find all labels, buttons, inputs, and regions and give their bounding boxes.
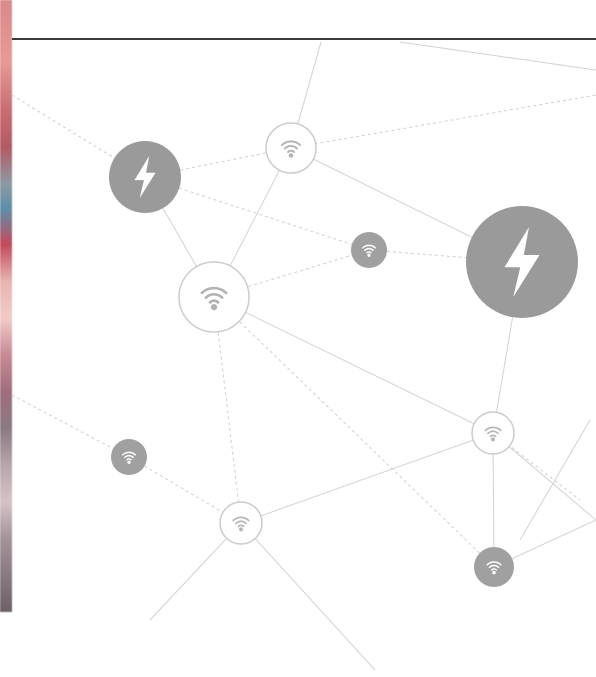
- wifi-node-bottom: [219, 501, 263, 545]
- power-node-right-large: [466, 206, 578, 318]
- wifi-node-top: [265, 122, 317, 174]
- wifi-node-right-mid: [471, 411, 515, 455]
- wifi-node-left-low: [111, 439, 147, 475]
- wifi-node-bottom-right: [474, 547, 514, 587]
- power-node-left: [109, 141, 181, 213]
- wifi-node-center-small: [351, 232, 387, 268]
- network-diagram: [11, 41, 596, 671]
- network-illustration: [0, 0, 596, 677]
- wifi-node-hub: [178, 261, 250, 333]
- connection-lines: [144, 41, 596, 671]
